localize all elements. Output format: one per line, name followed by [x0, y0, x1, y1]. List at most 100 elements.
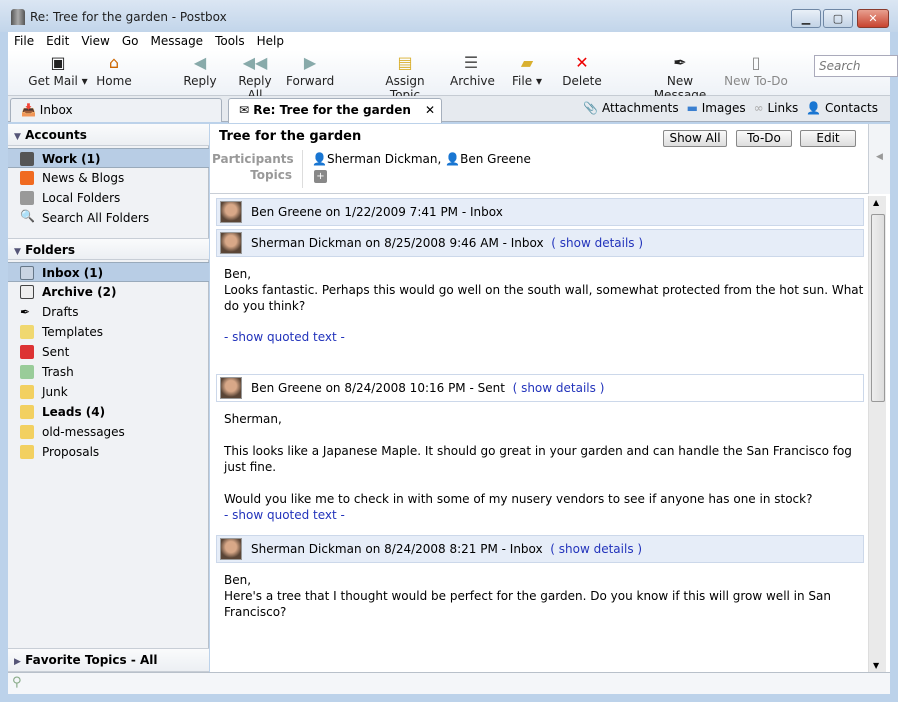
- topics-label: Topics: [250, 168, 292, 182]
- search-input[interactable]: Search: [814, 55, 898, 77]
- image-icon: ▬: [686, 101, 698, 115]
- folder-archive[interactable]: Archive (2): [8, 282, 209, 302]
- menu-bar: File Edit View Go Message Tools Help: [8, 32, 890, 50]
- avatar: [220, 538, 242, 560]
- favorite-topics-header[interactable]: ▶ Favorite Topics - All: [8, 648, 209, 672]
- account-news-blogs[interactable]: News & Blogs: [8, 168, 209, 188]
- folder-old-messages[interactable]: old-messages: [8, 422, 209, 442]
- home-icon: ⌂: [108, 53, 120, 72]
- folder-sent[interactable]: Sent: [8, 342, 209, 362]
- message-header[interactable]: Ben Greene on 1/22/2009 7:41 PM - Inbox: [216, 198, 864, 226]
- folder-icon: [20, 385, 34, 399]
- collapse-panel-toggle[interactable]: ◀: [868, 124, 890, 194]
- show-all-button[interactable]: Show All: [663, 130, 727, 147]
- link-icon: ∞: [753, 101, 764, 115]
- message-header[interactable]: Sherman Dickman on 8/25/2008 9:46 AM - I…: [216, 229, 864, 257]
- file-button[interactable]: ▰ File ▾: [512, 52, 542, 88]
- home-button[interactable]: ⌂ Home: [94, 52, 134, 88]
- show-details-link[interactable]: ( show details ): [550, 542, 642, 556]
- assign-topic-button[interactable]: ▤ Assign Topic: [370, 52, 440, 102]
- filter-attachments[interactable]: 📎 Attachments: [583, 101, 678, 115]
- folder-icon: [20, 445, 34, 459]
- menu-tools[interactable]: Tools: [209, 32, 251, 50]
- search-all-folders[interactable]: 🔍 Search All Folders: [8, 208, 209, 228]
- collapse-icon: ▼: [14, 247, 21, 257]
- message-body: Sherman, This looks like a Japanese Mapl…: [224, 411, 864, 523]
- minimize-button[interactable]: ▁: [791, 9, 821, 28]
- pen-icon: ✒: [20, 305, 31, 319]
- new-todo-button[interactable]: ▯ New To-Do: [724, 52, 788, 88]
- expand-icon: ▶: [14, 657, 21, 667]
- show-quoted-text-link[interactable]: - show quoted text -: [224, 507, 864, 523]
- pen-icon: ✒: [673, 53, 687, 72]
- tab-conversation[interactable]: ✉ Re: Tree for the garden ✕: [228, 98, 442, 123]
- scrollbar-thumb[interactable]: [871, 214, 885, 402]
- close-window-button[interactable]: ✕: [857, 9, 889, 28]
- clipboard-icon: ▯: [751, 53, 761, 72]
- show-details-link[interactable]: ( show details ): [551, 236, 643, 250]
- scroll-up-icon[interactable]: ▲: [873, 198, 879, 207]
- menu-view[interactable]: View: [75, 32, 115, 50]
- message-header[interactable]: Sherman Dickman on 8/24/2008 8:21 PM - I…: [216, 535, 864, 563]
- forward-button[interactable]: ▶ Forward: [286, 52, 334, 88]
- message-header[interactable]: Ben Greene on 8/24/2008 10:16 PM - Sent …: [216, 374, 864, 402]
- account-local-folders[interactable]: Local Folders: [8, 188, 209, 208]
- local-folders-icon: [20, 191, 34, 205]
- filter-images[interactable]: ▬ Images: [687, 101, 746, 115]
- rss-icon: [20, 171, 34, 185]
- menu-help[interactable]: Help: [251, 32, 290, 50]
- folder-templates[interactable]: Templates: [8, 322, 209, 342]
- collapse-icon: ▼: [14, 132, 21, 142]
- online-status-icon[interactable]: ⚲: [12, 675, 22, 690]
- menu-edit[interactable]: Edit: [40, 32, 75, 50]
- folders-header[interactable]: ▼ Folders: [8, 238, 209, 260]
- edit-button[interactable]: Edit: [800, 130, 856, 147]
- inbox-icon: [20, 266, 34, 280]
- content-filters: 📎 Attachments ▬ Images ∞ Links 👤 Contact…: [583, 101, 878, 115]
- folder-trash[interactable]: Trash: [8, 362, 209, 382]
- folder-drafts[interactable]: ✒ Drafts: [8, 302, 209, 322]
- participant[interactable]: Sherman Dickman,: [327, 152, 441, 166]
- contact-icon: 👤: [806, 101, 822, 115]
- close-tab-icon[interactable]: ✕: [425, 103, 435, 117]
- avatar: [220, 377, 242, 399]
- folder-leads[interactable]: Leads (4): [8, 402, 209, 422]
- participants-label: Participants: [212, 152, 294, 166]
- paperclip-icon: 📎: [583, 101, 599, 115]
- account-work[interactable]: Work (1): [8, 148, 209, 168]
- delete-button[interactable]: ✕ Delete: [562, 52, 602, 88]
- contact-icon: 👤: [445, 152, 461, 166]
- show-details-link[interactable]: ( show details ): [513, 381, 605, 395]
- add-topic-button[interactable]: +: [314, 170, 327, 183]
- folder-junk[interactable]: Junk: [8, 382, 209, 402]
- trash-icon: [20, 365, 34, 379]
- postbox-app-icon: [11, 9, 25, 25]
- forward-icon: ▶: [303, 53, 317, 72]
- folder-inbox[interactable]: Inbox (1): [8, 262, 209, 282]
- new-message-button[interactable]: ✒ New Message: [642, 52, 718, 102]
- filter-links[interactable]: ∞ Links: [754, 101, 799, 115]
- todo-button[interactable]: To-Do: [736, 130, 792, 147]
- reply-button[interactable]: ◀ Reply: [182, 52, 218, 88]
- show-quoted-text-link[interactable]: - show quoted text -: [224, 329, 864, 345]
- menu-file[interactable]: File: [8, 32, 40, 50]
- archive-button[interactable]: ☰ Archive: [450, 52, 495, 88]
- maximize-button[interactable]: ▢: [823, 9, 853, 28]
- conversation-header: Tree for the garden Show All To-Do Edit …: [210, 124, 868, 194]
- sidebar: ▼ Accounts Work (1) News & Blogs Local F…: [8, 124, 209, 672]
- menu-go[interactable]: Go: [116, 32, 145, 50]
- get-mail-icon: ▣: [50, 53, 66, 72]
- folder-proposals[interactable]: Proposals: [8, 442, 209, 462]
- participant[interactable]: Ben Greene: [460, 152, 531, 166]
- topic-icon: ▤: [397, 53, 413, 72]
- sent-icon: [20, 345, 34, 359]
- menu-message[interactable]: Message: [144, 32, 209, 50]
- get-mail-button[interactable]: ▣ Get Mail ▾: [26, 52, 90, 88]
- tab-inbox[interactable]: 📥 Inbox: [10, 98, 222, 122]
- accounts-header[interactable]: ▼ Accounts: [8, 124, 209, 146]
- filter-contacts[interactable]: 👤 Contacts: [806, 101, 878, 115]
- scroll-down-icon[interactable]: ▼: [873, 661, 879, 670]
- reply-all-button[interactable]: ◀◀ Reply All: [230, 52, 280, 102]
- archive-icon: [20, 285, 34, 299]
- vertical-scrollbar[interactable]: ▲ ▼: [868, 196, 886, 672]
